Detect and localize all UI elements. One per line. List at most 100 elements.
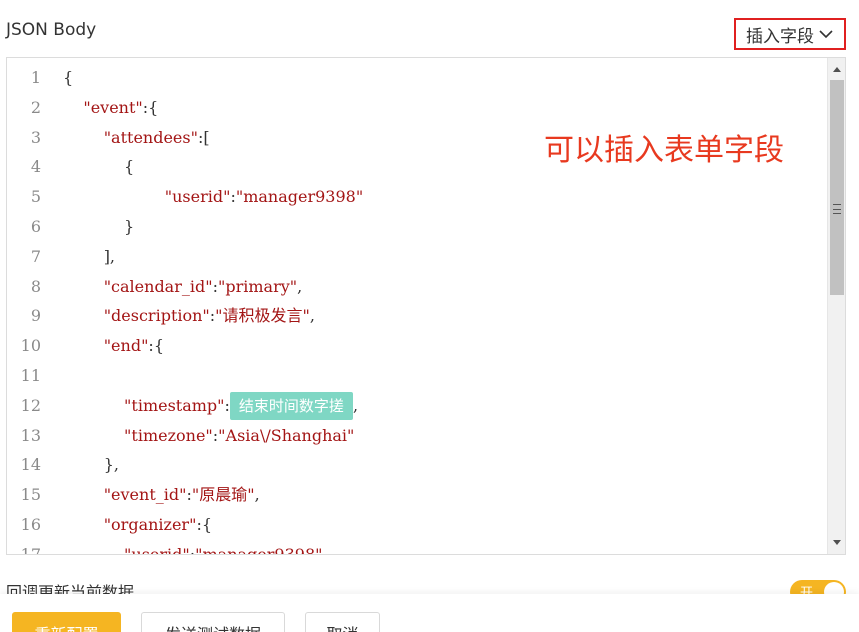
editor-scrollbar[interactable] — [827, 58, 845, 554]
code-text: "timestamp": 结束时间数字搓, — [63, 391, 358, 421]
line-number: 8 — [30, 276, 41, 296]
code-text: ], — [63, 242, 115, 272]
code-token: { — [63, 68, 74, 87]
code-string: "请积极发言" — [215, 306, 310, 326]
code-line: 13 "timezone":"Asia\/Shanghai" — [7, 421, 827, 451]
code-line: 5 "userid":"manager9398" — [7, 182, 827, 212]
line-number: 14 — [20, 455, 41, 475]
code-string: "timestamp" — [124, 395, 225, 415]
code-text: "description":"请积极发言", — [63, 301, 315, 331]
line-number: 15 — [20, 485, 41, 505]
code-line: 9 "description":"请积极发言", — [7, 301, 827, 331]
line-number: 3 — [30, 127, 41, 147]
line-number: 13 — [20, 425, 41, 445]
reconfigure-button[interactable]: 重新配置 — [12, 612, 121, 632]
code-text: "calendar_id":"primary", — [63, 272, 303, 302]
code-string: "manager9398" — [195, 544, 323, 555]
code-text: "event":{ — [63, 93, 158, 123]
line-number: 9 — [30, 306, 41, 326]
code-token: , — [254, 485, 260, 505]
code-text: }, — [63, 450, 119, 480]
line-number: 2 — [30, 97, 41, 117]
line-number: 12 — [20, 395, 41, 415]
code-string: "attendees" — [103, 127, 198, 147]
code-line: 11 — [7, 361, 827, 391]
code-line: 16 "organizer":{ — [7, 510, 827, 540]
code-string: "description" — [103, 306, 210, 326]
line-number: 6 — [30, 216, 41, 236]
scroll-up-arrow-icon[interactable] — [828, 60, 845, 78]
code-string: "event" — [83, 97, 143, 117]
code-token: , — [352, 395, 359, 415]
code-token: , — [309, 306, 315, 326]
insert-field-label: 插入字段 — [746, 26, 814, 47]
code-line: 14 }, — [7, 450, 827, 480]
code-line: 8 "calendar_id":"primary", — [7, 272, 827, 302]
line-number: 7 — [30, 246, 41, 266]
code-token: :{ — [148, 336, 164, 356]
line-number: 4 — [30, 157, 41, 177]
code-text: { — [63, 63, 73, 93]
code-string: "calendar_id" — [103, 276, 213, 296]
code-text: { — [63, 152, 134, 182]
grip-icon — [833, 204, 841, 214]
line-number: 11 — [20, 365, 41, 385]
code-line: 10 "end":{ — [7, 331, 827, 361]
code-string: "end" — [103, 336, 149, 356]
code-text: "attendees":[ — [63, 123, 210, 153]
code-line: 6 } — [7, 212, 827, 242]
code-line: 17 "userid":"manager9398" — [7, 540, 827, 555]
line-number: 10 — [20, 336, 41, 356]
insert-field-dropdown[interactable]: 插入字段 — [734, 18, 846, 50]
code-line: 12 "timestamp": 结束时间数字搓, — [7, 391, 827, 421]
footer-bar: 重新配置 发送测试数据 取消 — [0, 594, 859, 632]
code-token: { — [63, 157, 135, 177]
cancel-button[interactable]: 取消 — [305, 612, 380, 632]
annotation-text: 可以插入表单字段 — [544, 133, 784, 168]
code-string: "userid" — [124, 544, 190, 555]
code-string: "manager9398" — [235, 187, 364, 207]
code-text: "end":{ — [63, 331, 164, 361]
code-line: 1{ — [7, 63, 827, 93]
code-line: 2 "event":{ — [7, 93, 827, 123]
code-token: ], — [63, 246, 116, 266]
code-token: :{ — [142, 97, 159, 117]
code-text: "timezone":"Asia\/Shanghai" — [63, 421, 354, 451]
code-string: "event_id" — [103, 485, 187, 505]
code-string: "userid" — [164, 187, 231, 207]
callback-update-label: 回调更新当前数据 — [6, 583, 135, 594]
code-text: "organizer":{ — [63, 510, 212, 540]
code-string: "primary" — [217, 276, 298, 296]
scroll-down-arrow-icon[interactable] — [828, 534, 845, 552]
code-token: } — [63, 216, 135, 236]
code-string: "timezone" — [124, 425, 213, 445]
code-text: } — [63, 212, 134, 242]
line-number: 17 — [20, 544, 41, 555]
send-test-data-button[interactable]: 发送测试数据 — [141, 612, 285, 632]
scrollbar-thumb[interactable] — [830, 80, 844, 295]
code-token: :{ — [196, 514, 213, 534]
code-token: :[ — [197, 127, 210, 147]
code-text: "userid":"manager9398" — [63, 182, 363, 212]
code-string: "原晨瑜" — [191, 485, 255, 505]
line-number: 16 — [20, 514, 41, 534]
chevron-down-icon — [819, 30, 833, 39]
code-line: 15 "event_id":"原晨瑜", — [7, 480, 827, 510]
code-text: "event_id":"原晨瑜", — [63, 480, 260, 510]
code-token: }, — [63, 455, 119, 475]
line-number: 5 — [30, 187, 41, 207]
code-text: "userid":"manager9398" — [63, 540, 323, 555]
json-body-title: JSON Body — [6, 20, 97, 40]
code-token: , — [297, 276, 303, 296]
form-field-chip[interactable]: 结束时间数字搓 — [229, 392, 353, 421]
code-line: 7 ], — [7, 242, 827, 272]
